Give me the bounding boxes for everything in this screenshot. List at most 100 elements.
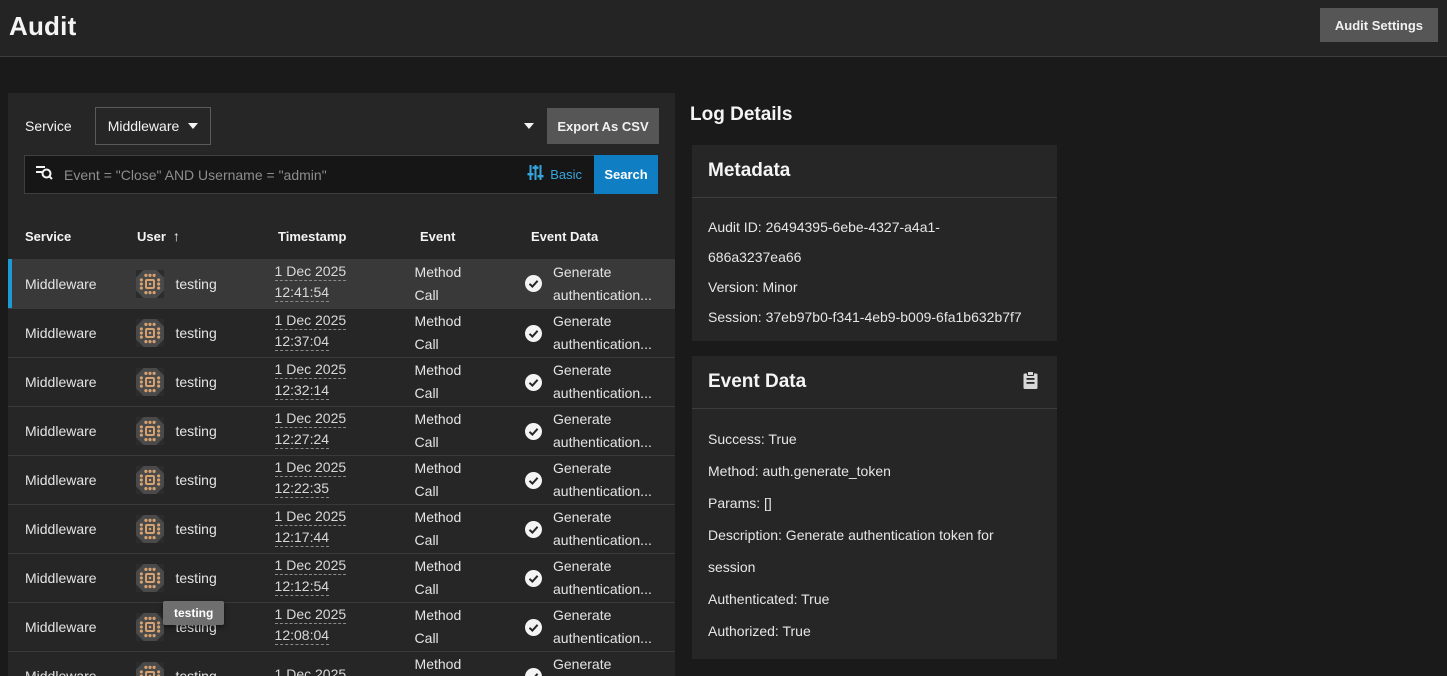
search-button[interactable]: Search — [594, 155, 658, 194]
detail-line: Version: Minor — [708, 272, 1027, 302]
timestamp-time-link[interactable]: 12:22:35 — [275, 480, 330, 498]
detail-line: Authorized: True — [708, 615, 1027, 647]
service-dropdown-value: Middleware — [108, 118, 180, 134]
cell-event: Method Call — [415, 261, 524, 307]
column-header-event-data[interactable]: Event Data — [531, 229, 675, 244]
table-header: Service User ↑ Timestamp Event Event Dat… — [8, 213, 675, 259]
cell-event-data: Generate authentication... — [524, 604, 675, 650]
cell-event: Method Call — [415, 506, 524, 552]
metadata-body: Audit ID: 26494395-6ebe-4327-a4a1-686a32… — [692, 198, 1057, 332]
timestamp-time-link[interactable]: 12:27:24 — [275, 431, 330, 449]
basic-mode-label: Basic — [550, 167, 582, 182]
cell-event: Method Call — [415, 604, 524, 650]
audit-settings-button[interactable]: Audit Settings — [1320, 8, 1438, 42]
cell-event-data: Generate authentication... — [524, 261, 675, 307]
cell-user: testing — [132, 368, 275, 396]
cell-event-data: Generate authentication... — [524, 555, 675, 601]
column-header-user[interactable]: User ↑ — [133, 228, 278, 244]
secondary-dropdown[interactable] — [517, 114, 541, 138]
metadata-card-header: Metadata — [692, 145, 1057, 198]
service-dropdown[interactable]: Middleware — [95, 107, 211, 145]
table-row[interactable]: Middleware — [8, 308, 675, 357]
detail-line: Success: True — [708, 423, 1027, 455]
timestamp-time-link[interactable]: 12:08:04 — [275, 627, 330, 645]
cell-service: Middleware — [8, 325, 132, 341]
cell-event: Method Call — [415, 555, 524, 601]
timestamp-date-link[interactable]: 1 Dec 2025 — [275, 361, 347, 379]
cell-service: Middleware — [8, 472, 132, 488]
cell-user: testing — [132, 515, 275, 543]
cell-event-data: Generate authentication... — [524, 457, 675, 503]
cell-event-data: Generate authentication... — [524, 653, 675, 676]
timestamp-date-link[interactable]: 1 Dec 2025 — [275, 312, 347, 330]
table-row[interactable]: Middleware — [8, 406, 675, 455]
search-row: Basic Search — [24, 155, 658, 194]
cell-event: Method Call — [415, 359, 524, 405]
timestamp-date-link[interactable]: 1 Dec 2025 — [275, 459, 347, 477]
cell-user-name: testing — [176, 325, 217, 341]
cell-service: Middleware — [8, 276, 132, 292]
timestamp-time-link[interactable]: 12:17:44 — [275, 529, 330, 547]
user-avatar-icon — [136, 270, 164, 298]
user-avatar-icon — [136, 662, 164, 676]
column-header-timestamp[interactable]: Timestamp — [278, 229, 420, 244]
cell-timestamp: 1 Dec 2025 12:17:44 — [275, 508, 415, 550]
table-row[interactable]: Middleware — [8, 504, 675, 553]
timestamp-date-link[interactable]: 1 Dec 2025 — [275, 606, 347, 624]
timestamp-time-link[interactable]: 12:32:14 — [275, 382, 330, 400]
event-data-title: Event Data — [708, 371, 806, 393]
cell-service: Middleware — [8, 619, 132, 635]
settings-adjust-icon — [527, 164, 544, 186]
copy-clipboard-icon[interactable] — [1020, 369, 1041, 395]
metadata-card: Metadata Audit ID: 26494395-6ebe-4327-a4… — [692, 145, 1057, 341]
cell-user-name: testing — [176, 570, 217, 586]
basic-mode-toggle[interactable]: Basic — [527, 164, 582, 186]
table-row[interactable]: Middleware — [8, 553, 675, 602]
column-header-event[interactable]: Event — [420, 229, 531, 244]
service-label: Service — [25, 118, 72, 134]
event-data-text: Generate authentication... — [553, 604, 675, 650]
search-input-wrapper: Basic — [24, 155, 594, 194]
timestamp-date-link[interactable]: 1 Dec 2025 — [275, 666, 347, 676]
event-data-text: Generate authentication... — [553, 359, 675, 405]
table-row[interactable]: Middleware — [8, 357, 675, 406]
chevron-down-icon — [188, 123, 198, 129]
cell-user: testing — [132, 417, 275, 445]
search-input[interactable] — [64, 167, 527, 183]
cell-event-data: Generate authentication... — [524, 408, 675, 454]
cell-timestamp: 1 Dec 2025 — [275, 666, 415, 676]
table-row[interactable]: Middleware — [8, 651, 675, 676]
export-csv-button[interactable]: Export As CSV — [547, 108, 659, 144]
timestamp-date-link[interactable]: 1 Dec 2025 — [275, 263, 347, 281]
timestamp-time-link[interactable]: 12:12:54 — [275, 578, 330, 596]
detail-line: Description: Generate authentication tok… — [708, 519, 1027, 583]
cell-user: testing — [132, 466, 275, 494]
column-header-service[interactable]: Service — [8, 229, 133, 244]
cell-event: Method Call — [415, 408, 524, 454]
event-data-text: Generate authentication... — [553, 555, 675, 601]
table-row[interactable]: Middleware — [8, 455, 675, 504]
cell-service: Middleware — [8, 570, 132, 586]
cell-user: testing — [132, 319, 275, 347]
cell-service: Middleware — [8, 521, 132, 537]
checkmark-circle-icon — [524, 422, 543, 441]
event-data-text: Generate authentication... — [553, 506, 675, 552]
timestamp-date-link[interactable]: 1 Dec 2025 — [275, 410, 347, 428]
event-data-text: Generate authentication... — [553, 261, 675, 307]
cell-user-name: testing — [176, 521, 217, 537]
checkmark-circle-icon — [524, 618, 543, 637]
timestamp-date-link[interactable]: 1 Dec 2025 — [275, 508, 347, 526]
timestamp-date-link[interactable]: 1 Dec 2025 — [275, 557, 347, 575]
cell-timestamp: 1 Dec 2025 12:32:14 — [275, 361, 415, 403]
timestamp-time-link[interactable]: 12:37:04 — [275, 333, 330, 351]
event-data-body: Success: TrueMethod: auth.generate_token… — [692, 409, 1057, 647]
event-data-text: Generate authentication... — [553, 408, 675, 454]
table-row[interactable]: Middleware — [8, 259, 675, 308]
table-row[interactable]: Middleware — [8, 602, 675, 651]
audit-page: Audit Audit Settings Service Middleware … — [0, 0, 1447, 676]
checkmark-circle-icon — [524, 569, 543, 588]
cell-user-name: testing — [176, 472, 217, 488]
cell-timestamp: 1 Dec 2025 12:41:54 — [275, 263, 415, 305]
timestamp-time-link[interactable]: 12:41:54 — [275, 284, 330, 302]
top-header-bar: Audit Audit Settings — [0, 0, 1447, 57]
